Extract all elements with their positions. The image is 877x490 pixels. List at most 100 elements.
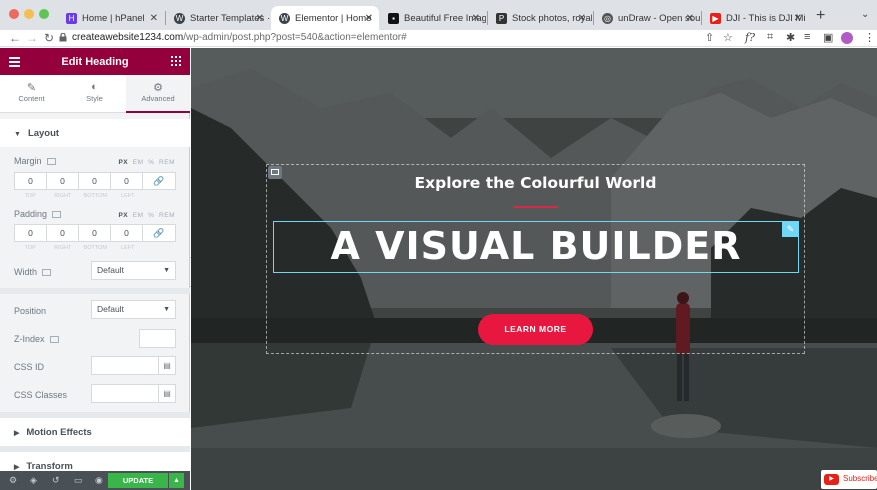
- unit-rem[interactable]: REM: [159, 159, 175, 166]
- wordpress-icon: W: [279, 12, 290, 24]
- chevron-down-icon: ▼: [163, 267, 170, 274]
- unit-rem[interactable]: REM: [159, 212, 175, 219]
- hero-subtitle[interactable]: Explore the Colourful World: [266, 174, 805, 192]
- elementor-panel: Edit Heading ✎ Content ◐ Style ⚙ Advance…: [0, 48, 190, 490]
- browser-tab[interactable]: H Home | hPanel ✕: [58, 6, 164, 30]
- youtube-subscribe-badge[interactable]: ▶ Subscribe: [821, 470, 877, 489]
- history-icon[interactable]: ↺: [52, 475, 60, 486]
- browser-tab[interactable]: ◎ unDraw - Open sou ✕: [594, 6, 700, 30]
- back-arrow-icon[interactable]: ←: [9, 31, 21, 45]
- close-tab-icon[interactable]: ✕: [794, 13, 802, 24]
- panel-title: Edit Heading: [61, 56, 129, 68]
- panel-tabs: ✎ Content ◐ Style ⚙ Advanced: [0, 75, 190, 113]
- padding-top-input[interactable]: 0: [15, 225, 47, 241]
- browser-tab[interactable]: P Stock photos, royal ✕: [488, 6, 592, 30]
- browser-tab[interactable]: ▶ DJI - This is DJI Mi ✕: [702, 6, 808, 30]
- unit-em[interactable]: EM: [133, 212, 144, 219]
- margin-right-input[interactable]: 0: [47, 173, 79, 189]
- wordpress-icon: W: [174, 12, 185, 24]
- z-index-input[interactable]: [139, 329, 176, 348]
- desktop-icon[interactable]: [42, 269, 52, 277]
- learn-more-button[interactable]: LEARN MORE: [478, 314, 593, 345]
- panel-header: Edit Heading: [0, 48, 190, 75]
- close-tab-icon[interactable]: ✕: [150, 13, 158, 24]
- desktop-icon[interactable]: [49, 336, 59, 344]
- preview-canvas: Explore the Colourful World A VISUAL BUI…: [191, 48, 877, 490]
- css-classes-label: CSS Classes: [14, 390, 68, 400]
- css-id-input[interactable]: ▤: [91, 356, 176, 375]
- divider-line[interactable]: [514, 206, 558, 208]
- lock-icon: [59, 33, 67, 42]
- padding-inputs: 0 0 0 0 🔗: [14, 224, 176, 242]
- browser-tab-active[interactable]: W Elementor | Home ✕: [271, 6, 379, 30]
- forward-arrow-icon[interactable]: →: [26, 31, 38, 45]
- url-field[interactable]: createawebsite1234.com/wp-admin/post.php…: [72, 32, 407, 43]
- motion-effects-section-toggle[interactable]: ▶ Motion Effects: [0, 418, 190, 446]
- padding-sub-labels: TOP RIGHT BOTTOM LEFT: [24, 245, 135, 251]
- padding-right-input[interactable]: 0: [47, 225, 79, 241]
- tab-search-icon[interactable]: ⌄: [861, 9, 869, 20]
- desktop-icon[interactable]: [52, 211, 62, 219]
- width-select[interactable]: Default ▼: [91, 261, 176, 280]
- padding-bottom-input[interactable]: 0: [79, 225, 111, 241]
- bookmark-star-icon[interactable]: ☆: [723, 31, 733, 44]
- dynamic-tags-icon[interactable]: ▤: [158, 357, 175, 374]
- settings-gear-icon[interactable]: ⚙: [9, 475, 17, 486]
- unit-px[interactable]: PX: [118, 159, 128, 166]
- font-extension-icon[interactable]: f?: [745, 31, 755, 44]
- side-panel-icon[interactable]: ▣: [823, 31, 833, 44]
- unsplash-icon: ▪: [388, 12, 399, 24]
- profile-avatar[interactable]: [841, 32, 853, 44]
- layers-icon[interactable]: ◈: [30, 475, 37, 486]
- tab-content[interactable]: ✎ Content: [0, 75, 63, 113]
- undraw-icon: ◎: [602, 12, 613, 24]
- close-tab-icon[interactable]: ✕: [472, 13, 480, 24]
- preview-eye-icon[interactable]: ◉: [95, 475, 103, 486]
- screenshot-extension-icon[interactable]: ⌗: [767, 31, 773, 44]
- close-tab-icon[interactable]: ✕: [365, 13, 373, 24]
- position-select[interactable]: Default ▼: [91, 300, 176, 319]
- widgets-grid-icon[interactable]: [171, 56, 181, 66]
- close-tab-icon[interactable]: ✕: [256, 13, 264, 24]
- padding-left-input[interactable]: 0: [111, 225, 143, 241]
- reading-list-icon[interactable]: ≡: [804, 31, 810, 43]
- new-tab-button[interactable]: +: [816, 7, 825, 25]
- reload-icon[interactable]: ↻: [44, 31, 54, 45]
- share-icon[interactable]: ⇧: [705, 31, 714, 44]
- unit-em[interactable]: EM: [133, 159, 144, 166]
- css-classes-input[interactable]: ▤: [91, 384, 176, 403]
- padding-label: Padding: [14, 209, 62, 219]
- pexels-icon: P: [496, 12, 507, 24]
- close-tab-icon[interactable]: ✕: [578, 13, 586, 24]
- margin-left-input[interactable]: 0: [111, 173, 143, 189]
- unit-percent[interactable]: %: [148, 212, 154, 219]
- browser-tab[interactable]: ▪ Beautiful Free Imag ✕: [380, 6, 486, 30]
- browser-menu-icon[interactable]: ⋮: [864, 31, 875, 44]
- unit-percent[interactable]: %: [148, 159, 154, 166]
- link-values-icon[interactable]: 🔗: [143, 225, 175, 241]
- youtube-icon: ▶: [710, 12, 721, 24]
- maximize-window-button[interactable]: [39, 9, 49, 19]
- browser-tab[interactable]: W Starter Templates · ✕: [166, 6, 270, 30]
- edit-widget-pencil-icon[interactable]: ✎: [782, 221, 799, 237]
- margin-top-input[interactable]: 0: [15, 173, 47, 189]
- caret-right-icon: ▶: [14, 430, 20, 437]
- update-button[interactable]: UPDATE: [108, 473, 168, 488]
- extensions-icon[interactable]: ✱: [786, 31, 795, 44]
- divider: [0, 288, 190, 294]
- minimize-window-button[interactable]: [24, 9, 34, 19]
- responsive-mode-icon[interactable]: ▭: [74, 475, 83, 486]
- hero-heading[interactable]: A VISUAL BUILDER: [273, 224, 799, 268]
- close-window-button[interactable]: [9, 9, 19, 19]
- unit-px[interactable]: PX: [118, 212, 128, 219]
- layout-section-toggle[interactable]: ▼ Layout: [0, 119, 190, 147]
- desktop-icon[interactable]: [46, 158, 56, 166]
- margin-bottom-input[interactable]: 0: [79, 173, 111, 189]
- close-tab-icon[interactable]: ✕: [686, 13, 694, 24]
- tab-advanced[interactable]: ⚙ Advanced: [126, 75, 190, 113]
- hostinger-icon: H: [66, 12, 77, 24]
- save-options-caret-icon[interactable]: ▲: [169, 473, 184, 488]
- link-values-icon[interactable]: 🔗: [143, 173, 175, 189]
- tab-style[interactable]: ◐ Style: [63, 75, 126, 113]
- dynamic-tags-icon[interactable]: ▤: [158, 385, 175, 402]
